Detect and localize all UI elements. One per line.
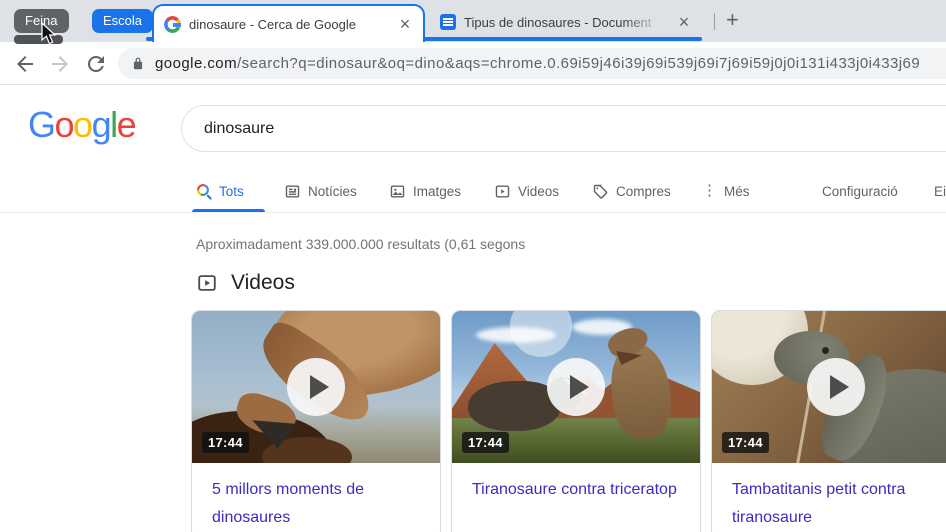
filter-tab-tots[interactable]: Tots — [197, 170, 244, 212]
tab-google-docs[interactable]: Tipus de dinosaures - Document × — [430, 6, 702, 38]
google-logo[interactable]: Google — [28, 104, 137, 146]
browser-toolbar: google.com/search?q=dinosaur&oq=dino&aqs… — [0, 42, 946, 85]
video-duration: 17:44 — [202, 432, 249, 453]
tab-separator — [714, 13, 715, 30]
shopping-tag-icon — [593, 184, 608, 199]
filter-tab-imatges[interactable]: Imatges — [389, 170, 461, 212]
video-title-link[interactable]: Tiranosaure contra triceratop — [452, 463, 700, 504]
play-icon[interactable] — [287, 358, 345, 416]
video-card[interactable]: 17:44 5 millors moments de dinosaures — [191, 310, 441, 532]
search-icon — [197, 183, 213, 200]
filter-tab-noticies[interactable]: Notícies — [284, 170, 357, 212]
close-icon[interactable]: × — [676, 13, 692, 31]
tab-title: dinosaure - Cerca de Google — [189, 16, 356, 32]
filter-tab-compres[interactable]: Compres — [592, 170, 671, 212]
video-thumbnail[interactable]: 17:44 — [712, 311, 946, 463]
tools-menu[interactable]: Eines — [934, 170, 946, 212]
filter-tab-videos[interactable]: Videos — [494, 170, 559, 212]
news-icon — [285, 184, 300, 198]
filter-tab-mes[interactable]: ⋮ Més — [702, 170, 750, 212]
settings-menu[interactable]: Configuració — [822, 170, 898, 212]
videos-section-icon — [198, 275, 216, 291]
address-bar[interactable]: google.com/search?q=dinosaur&oq=dino&aqs… — [118, 48, 946, 79]
video-icon — [495, 184, 510, 198]
tab-strip: Feina Escola dinosaure - Cerca de Google… — [0, 0, 946, 45]
url-text: google.com/search?q=dinosaur&oq=dino&aqs… — [155, 55, 921, 72]
video-thumbnail[interactable]: 17:44 — [192, 311, 440, 463]
play-icon[interactable] — [547, 358, 605, 416]
results-stats: Aproximadament 339.000.000 resultats (0,… — [196, 236, 526, 252]
video-thumbnail[interactable]: 17:44 — [452, 311, 700, 463]
video-title-link[interactable]: Tambatitanis petit contra tiranosaure — [712, 463, 946, 531]
tab-group-escola-label: Escola — [103, 13, 143, 28]
forward-icon[interactable] — [48, 52, 72, 76]
video-card[interactable]: 17:44 Tiranosaure contra triceratop — [451, 310, 701, 532]
new-tab-button[interactable]: + — [726, 7, 739, 33]
search-query-text: dinosaure — [204, 120, 275, 137]
images-icon — [390, 184, 405, 198]
tab-title: Tipus de dinosaures - Document — [464, 14, 652, 30]
google-docs-icon — [440, 14, 456, 30]
videos-section-header: Videos — [196, 271, 295, 295]
browser-window: Feina Escola dinosaure - Cerca de Google… — [0, 0, 946, 532]
lock-icon — [133, 57, 143, 69]
video-card[interactable]: 17:44 Tambatitanis petit contra tiranosa… — [711, 310, 946, 532]
video-duration: 17:44 — [722, 432, 769, 453]
videos-section-title: Videos — [231, 271, 295, 294]
video-title-link[interactable]: 5 millors moments de dinosaures — [192, 463, 440, 531]
more-vert-icon: ⋮ — [702, 182, 717, 199]
tab-google-search[interactable]: dinosaure - Cerca de Google × — [152, 4, 425, 42]
back-icon[interactable] — [13, 52, 37, 76]
close-icon[interactable]: × — [397, 15, 413, 33]
reload-icon[interactable] — [84, 52, 108, 76]
play-icon[interactable] — [807, 358, 865, 416]
google-favicon-icon — [164, 15, 181, 33]
tab-group-chip-escola[interactable]: Escola — [92, 9, 154, 33]
search-input[interactable]: dinosaure — [181, 105, 946, 152]
mouse-cursor-icon — [41, 23, 57, 45]
video-duration: 17:44 — [462, 432, 509, 453]
filters-divider — [0, 212, 946, 213]
